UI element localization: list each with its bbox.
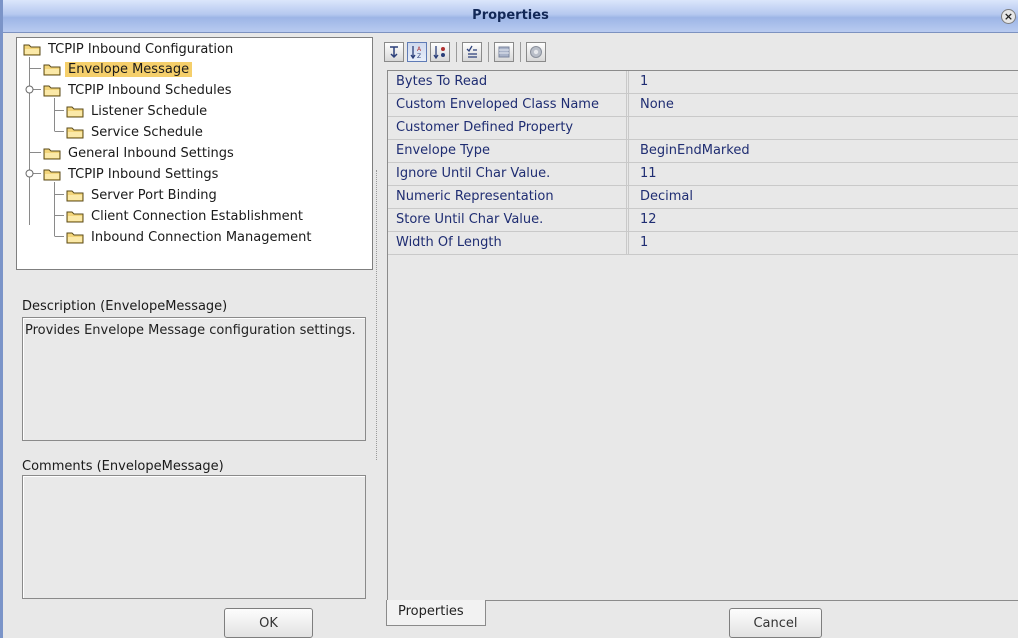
folder-icon (23, 42, 41, 56)
comments-label: Comments (EnvelopeMessage) (22, 459, 224, 474)
window-title: Properties (472, 8, 549, 23)
tree-item-listener-schedule[interactable]: Listener Schedule (66, 101, 207, 121)
tree-item-tcpip-inbound-schedules[interactable]: TCPIP Inbound Schedules (43, 80, 232, 100)
svg-text:Z: Z (417, 53, 421, 59)
tree-item-label: Inbound Connection Management (91, 229, 312, 245)
folder-icon (66, 104, 84, 118)
property-row[interactable]: Bytes To Read 1 (388, 71, 1018, 94)
folder-icon (43, 167, 61, 181)
property-toolbar: AZ (384, 38, 549, 65)
folder-icon (66, 125, 84, 139)
tree-item-label: Envelope Message (65, 61, 193, 77)
tree-item-label: Client Connection Establishment (91, 208, 303, 224)
property-value[interactable]: 1 (632, 232, 1018, 254)
title-bar[interactable]: Properties × (3, 0, 1018, 33)
tree-item-label: TCPIP Inbound Settings (68, 166, 219, 182)
tree-root-label: TCPIP Inbound Configuration (48, 41, 234, 57)
folder-icon (43, 83, 61, 97)
help-icon[interactable] (526, 41, 546, 62)
sort-alpha-icon[interactable]: AZ (407, 41, 427, 62)
property-name: Custom Enveloped Class Name (388, 94, 629, 116)
property-row[interactable]: Envelope Type BeginEndMarked (388, 140, 1018, 163)
property-name: Customer Defined Property (388, 117, 629, 139)
folder-icon (43, 146, 61, 160)
tab-properties[interactable]: Properties (386, 600, 486, 626)
tree-item-server-port-binding[interactable]: Server Port Binding (66, 185, 217, 205)
property-name: Envelope Type (388, 140, 629, 162)
toolbar-separator (520, 41, 521, 62)
property-value[interactable]: None (632, 94, 1018, 116)
property-name: Width Of Length (388, 232, 629, 254)
folder-icon (66, 188, 84, 202)
property-name: Ignore Until Char Value. (388, 163, 629, 185)
property-row[interactable]: Custom Enveloped Class Name None (388, 94, 1018, 117)
folder-icon (43, 62, 61, 76)
toolbar-separator (456, 41, 457, 62)
property-row[interactable]: Store Until Char Value. 12 (388, 209, 1018, 232)
property-name: Store Until Char Value. (388, 209, 629, 231)
description-text: Provides Envelope Message configuration … (22, 317, 366, 441)
cancel-button[interactable]: Cancel (729, 608, 822, 638)
comments-textarea[interactable] (22, 475, 366, 599)
folder-icon (66, 209, 84, 223)
tree-item-envelope-message[interactable]: Envelope Message (43, 59, 193, 79)
property-value[interactable]: Decimal (632, 186, 1018, 208)
tree-item-general-inbound-settings[interactable]: General Inbound Settings (43, 143, 234, 163)
tree-item-client-connection-establishment[interactable]: Client Connection Establishment (66, 206, 303, 226)
tree-item-label: Service Schedule (91, 124, 203, 140)
tree-item-label: Server Port Binding (91, 187, 217, 203)
tree-item-tcpip-inbound-settings[interactable]: TCPIP Inbound Settings (43, 164, 218, 184)
property-name: Bytes To Read (388, 71, 629, 93)
tree-item-label: TCPIP Inbound Schedules (68, 82, 232, 98)
tree-item-inbound-connection-management[interactable]: Inbound Connection Management (66, 227, 311, 247)
property-value[interactable]: 1 (632, 71, 1018, 93)
close-icon[interactable]: × (1001, 9, 1016, 24)
show-editable-icon[interactable] (462, 41, 482, 62)
tree-item-service-schedule[interactable]: Service Schedule (66, 122, 203, 142)
sort-property-icon[interactable] (430, 41, 450, 62)
property-row[interactable]: Numeric Representation Decimal (388, 186, 1018, 209)
panel-splitter[interactable] (376, 170, 380, 460)
property-sheet: Bytes To Read 1 Custom Enveloped Class N… (387, 70, 1018, 601)
tree-root[interactable]: TCPIP Inbound Configuration (23, 39, 233, 59)
description-label: Description (EnvelopeMessage) (22, 299, 228, 314)
toolbar-separator (488, 41, 489, 62)
property-value[interactable]: BeginEndMarked (632, 140, 1018, 162)
property-row[interactable]: Width Of Length 1 (388, 232, 1018, 255)
configuration-tree[interactable]: TCPIP Inbound Configuration Envelope Mes… (16, 37, 373, 270)
customize-icon[interactable] (494, 41, 514, 62)
property-name: Numeric Representation (388, 186, 629, 208)
property-value[interactable]: 11 (632, 163, 1018, 185)
sort-category-icon[interactable] (384, 41, 404, 62)
properties-dialog: Properties × TCPIP Inbound Configuration… (0, 0, 1018, 638)
ok-button[interactable]: OK (224, 608, 313, 638)
tree-item-label: Listener Schedule (91, 103, 208, 119)
svg-text:A: A (417, 46, 422, 53)
folder-icon (66, 230, 84, 244)
property-row[interactable]: Customer Defined Property (388, 117, 1018, 140)
property-row[interactable]: Ignore Until Char Value. 11 (388, 163, 1018, 186)
tree-item-label: General Inbound Settings (68, 145, 234, 161)
property-value[interactable] (632, 117, 1018, 139)
property-value[interactable]: 12 (632, 209, 1018, 231)
